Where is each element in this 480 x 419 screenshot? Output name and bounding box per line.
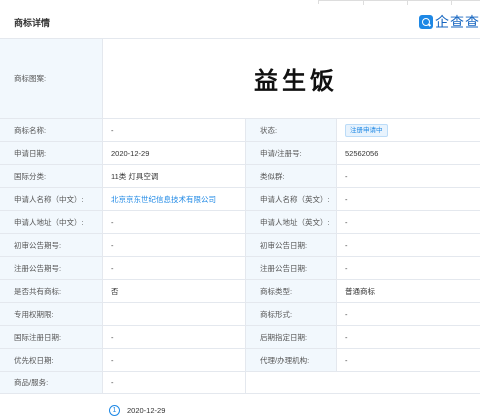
- trademark-image-label: 商标图案:: [0, 39, 103, 118]
- field-label: 国际注册日期:: [0, 326, 103, 348]
- status-badge: 注册申请中: [345, 123, 388, 137]
- status-timeline: 1 2020-12-29: [103, 401, 480, 419]
- table-row-trademark-image: 商标图案: 益生饭: [0, 39, 480, 119]
- trademark-image-text: 益生饭: [254, 67, 338, 95]
- field-label: 申请/注册号:: [246, 142, 337, 164]
- field-value: -: [337, 188, 480, 210]
- timeline-step-icon: 1: [109, 404, 120, 416]
- services-value: -: [103, 372, 246, 393]
- table-row: 是否共有商标: 否 商标类型: 普通商标: [0, 280, 480, 303]
- table-row: 优先权日期: - 代理/办理机构: -: [0, 349, 480, 372]
- field-value: 否: [103, 280, 246, 302]
- timeline-date: 2020-12-29: [127, 405, 166, 415]
- field-value: [103, 303, 246, 325]
- field-label: 后期指定日期:: [246, 326, 337, 348]
- field-value: 普通商标: [337, 280, 480, 302]
- table-row: 申请人地址（中文）: - 申请人地址（英文）: -: [0, 211, 480, 234]
- trademark-detail-page: 商标详情 企查查 商标图案: 益生饭 商标名称: - 状态: 注册申请中 申请日…: [0, 0, 480, 419]
- field-label: 申请人地址（中文）:: [0, 211, 103, 233]
- field-value: -: [337, 349, 480, 371]
- field-label: 注册公告期号:: [0, 257, 103, 279]
- services-empty: [246, 372, 480, 393]
- field-label: 类似群:: [246, 165, 337, 187]
- field-value: -: [103, 234, 246, 256]
- field-value: 11类 灯具空调: [103, 165, 246, 187]
- field-label: 商标形式:: [246, 303, 337, 325]
- field-label: 申请人名称（英文）:: [246, 188, 337, 210]
- field-value: -: [337, 165, 480, 187]
- field-label: 注册公告日期:: [246, 257, 337, 279]
- table-row: 商标名称: - 状态: 注册申请中: [0, 119, 480, 142]
- services-label: 商品/服务:: [0, 372, 103, 393]
- field-value: 52562056: [337, 142, 480, 164]
- field-label: 是否共有商标:: [0, 280, 103, 302]
- table-row: 申请人名称（中文）: 北京京东世纪信息技术有限公司 申请人名称（英文）: -: [0, 188, 480, 211]
- field-value: -: [337, 257, 480, 279]
- applicant-link[interactable]: 北京京东世纪信息技术有限公司: [111, 194, 216, 205]
- field-label: 申请人地址（英文）:: [246, 211, 337, 233]
- field-value: -: [337, 211, 480, 233]
- field-value: -: [103, 326, 246, 348]
- table-row: 专用权期限: 商标形式: -: [0, 303, 480, 326]
- table-row: 申请日期: 2020-12-29 申请/注册号: 52562056: [0, 142, 480, 165]
- field-label: 初审公告期号:: [0, 234, 103, 256]
- trademark-image[interactable]: 益生饭: [103, 39, 480, 118]
- field-label: 代理/办理机构:: [246, 349, 337, 371]
- field-label: 商标名称:: [0, 119, 103, 141]
- qichacha-brand[interactable]: 企查查: [419, 13, 480, 31]
- table-row-services: 商品/服务: -: [0, 372, 480, 394]
- field-value: 注册申请中: [337, 119, 480, 141]
- qichacha-logo-icon: [419, 15, 433, 29]
- top-tab-strip: [318, 0, 480, 5]
- field-value: 2020-12-29: [103, 142, 246, 164]
- table-row: 国际注册日期: - 后期指定日期: -: [0, 326, 480, 349]
- field-label: 国际分类:: [0, 165, 103, 187]
- section-header: 商标详情 企查查: [0, 12, 480, 34]
- field-value: 北京京东世纪信息技术有限公司: [103, 188, 246, 210]
- field-value: -: [103, 349, 246, 371]
- table-row: 初审公告期号: - 初审公告日期: -: [0, 234, 480, 257]
- field-value: -: [337, 234, 480, 256]
- field-value: -: [103, 119, 246, 141]
- table-row: 注册公告期号: - 注册公告日期: -: [0, 257, 480, 280]
- field-label: 专用权期限:: [0, 303, 103, 325]
- table-row: 国际分类: 11类 灯具空调 类似群: -: [0, 165, 480, 188]
- field-label: 初审公告日期:: [246, 234, 337, 256]
- section-title: 商标详情: [14, 18, 51, 28]
- field-value: -: [337, 326, 480, 348]
- field-label: 商标类型:: [246, 280, 337, 302]
- field-value: -: [103, 257, 246, 279]
- field-label: 状态:: [246, 119, 337, 141]
- brand-text: 企查查: [435, 14, 480, 30]
- field-label: 申请日期:: [0, 142, 103, 164]
- field-label: 申请人名称（中文）:: [0, 188, 103, 210]
- field-value: -: [337, 303, 480, 325]
- field-label: 优先权日期:: [0, 349, 103, 371]
- detail-table: 商标图案: 益生饭 商标名称: - 状态: 注册申请中 申请日期: 2020-1…: [0, 38, 480, 394]
- field-value: -: [103, 211, 246, 233]
